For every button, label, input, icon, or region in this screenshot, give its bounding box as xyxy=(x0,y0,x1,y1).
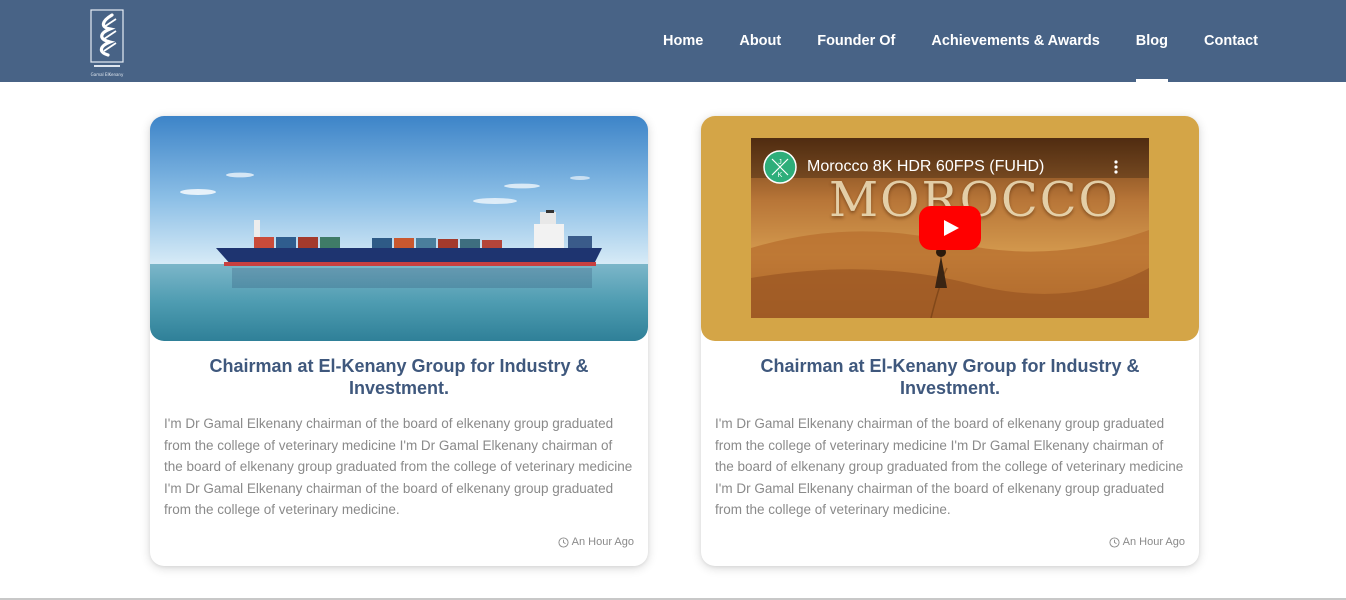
youtube-player[interactable]: MOROCCO J K Morocco 8K HDR 60FPS (FUHD) xyxy=(751,138,1149,318)
clock-icon xyxy=(1109,536,1120,548)
container-ship-image xyxy=(150,116,648,341)
timestamp-text: An Hour Ago xyxy=(1122,536,1185,548)
blog-card[interactable]: MOROCCO J K Morocco 8K HDR 60FPS (FUHD) … xyxy=(701,116,1199,566)
brand-logo-icon[interactable] xyxy=(90,9,124,73)
nav-contact[interactable]: Contact xyxy=(1204,0,1258,82)
card-title[interactable]: Chairman at El-Kenany Group for Industry… xyxy=(180,355,618,399)
nav-about[interactable]: About xyxy=(739,0,781,82)
nav-blog[interactable]: Blog xyxy=(1135,0,1169,82)
nav-home[interactable]: Home xyxy=(663,0,703,82)
more-vertical-icon[interactable] xyxy=(1113,159,1119,175)
card-timestamp: An Hour Ago xyxy=(558,536,634,548)
card-excerpt: I'm Dr Gamal Elkenany chairman of the bo… xyxy=(164,416,633,518)
nav-founder-of[interactable]: Founder Of xyxy=(817,0,895,82)
timestamp-text: An Hour Ago xyxy=(571,536,634,548)
svg-text:K: K xyxy=(778,172,783,179)
svg-text:J: J xyxy=(778,159,782,166)
video-title[interactable]: Morocco 8K HDR 60FPS (FUHD) xyxy=(807,158,1044,176)
card-excerpt: I'm Dr Gamal Elkenany chairman of the bo… xyxy=(715,416,1184,518)
card-title[interactable]: Chairman at El-Kenany Group for Industry… xyxy=(731,355,1169,399)
main-nav: Home About Founder Of Achievements & Awa… xyxy=(627,0,1258,82)
play-icon[interactable] xyxy=(919,206,981,250)
blog-card[interactable]: Chairman at El-Kenany Group for Industry… xyxy=(150,116,648,566)
clock-icon xyxy=(558,536,569,548)
card-timestamp: An Hour Ago xyxy=(1109,536,1185,548)
video-frame: MOROCCO J K Morocco 8K HDR 60FPS (FUHD) xyxy=(701,116,1199,341)
channel-avatar-icon[interactable]: J K xyxy=(763,150,797,184)
top-navbar: Gamal ElKenany Home About Founder Of Ach… xyxy=(0,0,1346,82)
logo-caption: Gamal ElKenany xyxy=(90,72,124,77)
nav-achievements-awards[interactable]: Achievements & Awards xyxy=(931,0,1099,82)
